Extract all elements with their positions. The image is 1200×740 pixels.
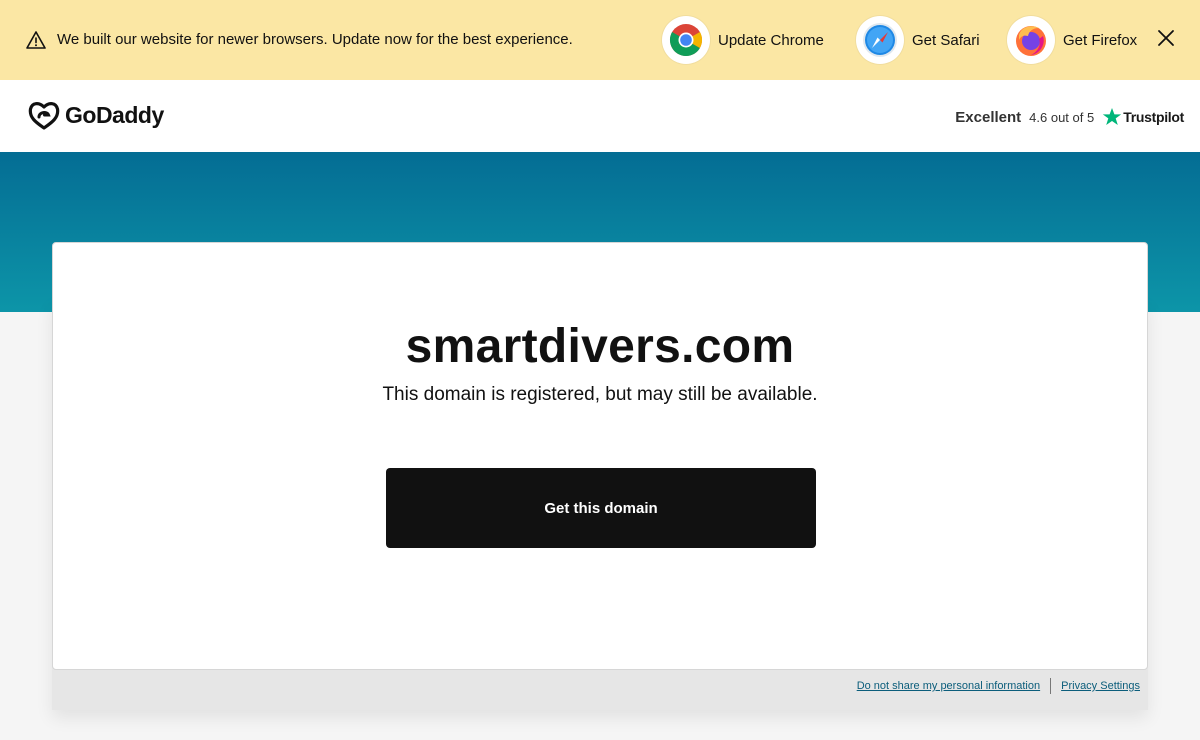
browser-update-banner: We built our website for newer browsers.…	[0, 0, 1200, 80]
safari-icon	[863, 23, 897, 57]
domain-card: smartdivers.com This domain is registere…	[52, 242, 1148, 670]
trustpilot-star-icon	[1103, 108, 1122, 125]
get-safari-label: Get Safari	[912, 31, 980, 49]
do-not-share-link[interactable]: Do not share my personal information	[857, 680, 1040, 692]
footer-separator	[1050, 678, 1052, 694]
firefox-icon	[1016, 26, 1046, 56]
update-chrome-link[interactable]: Update Chrome	[662, 16, 824, 64]
get-this-domain-button[interactable]: Get this domain	[386, 468, 816, 548]
footer-links: Do not share my personal information Pri…	[857, 678, 1140, 694]
banner-message: We built our website for newer browsers.…	[57, 31, 573, 48]
site-header: GoDaddy Excellent 4.6 out of 5 Trustpilo…	[0, 80, 1200, 152]
domain-status: This domain is registered, but may still…	[382, 384, 818, 405]
trust-score: 4.6 out of 5	[1029, 109, 1095, 125]
get-safari-link[interactable]: Get Safari	[856, 16, 980, 64]
warning-icon	[26, 31, 46, 49]
close-icon[interactable]	[1154, 26, 1178, 50]
get-firefox-label: Get Firefox	[1063, 31, 1138, 49]
get-firefox-link[interactable]: Get Firefox	[1007, 16, 1137, 64]
domain-name: smartdivers.com	[405, 320, 795, 373]
privacy-settings-link[interactable]: Privacy Settings	[1061, 680, 1140, 692]
chrome-icon	[669, 24, 703, 57]
trust-rating-word: Excellent	[955, 108, 1022, 126]
update-chrome-label: Update Chrome	[718, 31, 824, 49]
trustpilot-widget[interactable]: Excellent 4.6 out of 5 Trustpilot	[955, 107, 1184, 127]
godaddy-logo-icon	[28, 102, 60, 130]
trust-brand: Trustpilot	[1123, 109, 1184, 125]
logo-text: GoDaddy	[65, 101, 164, 128]
godaddy-logo[interactable]: GoDaddy	[27, 99, 164, 131]
